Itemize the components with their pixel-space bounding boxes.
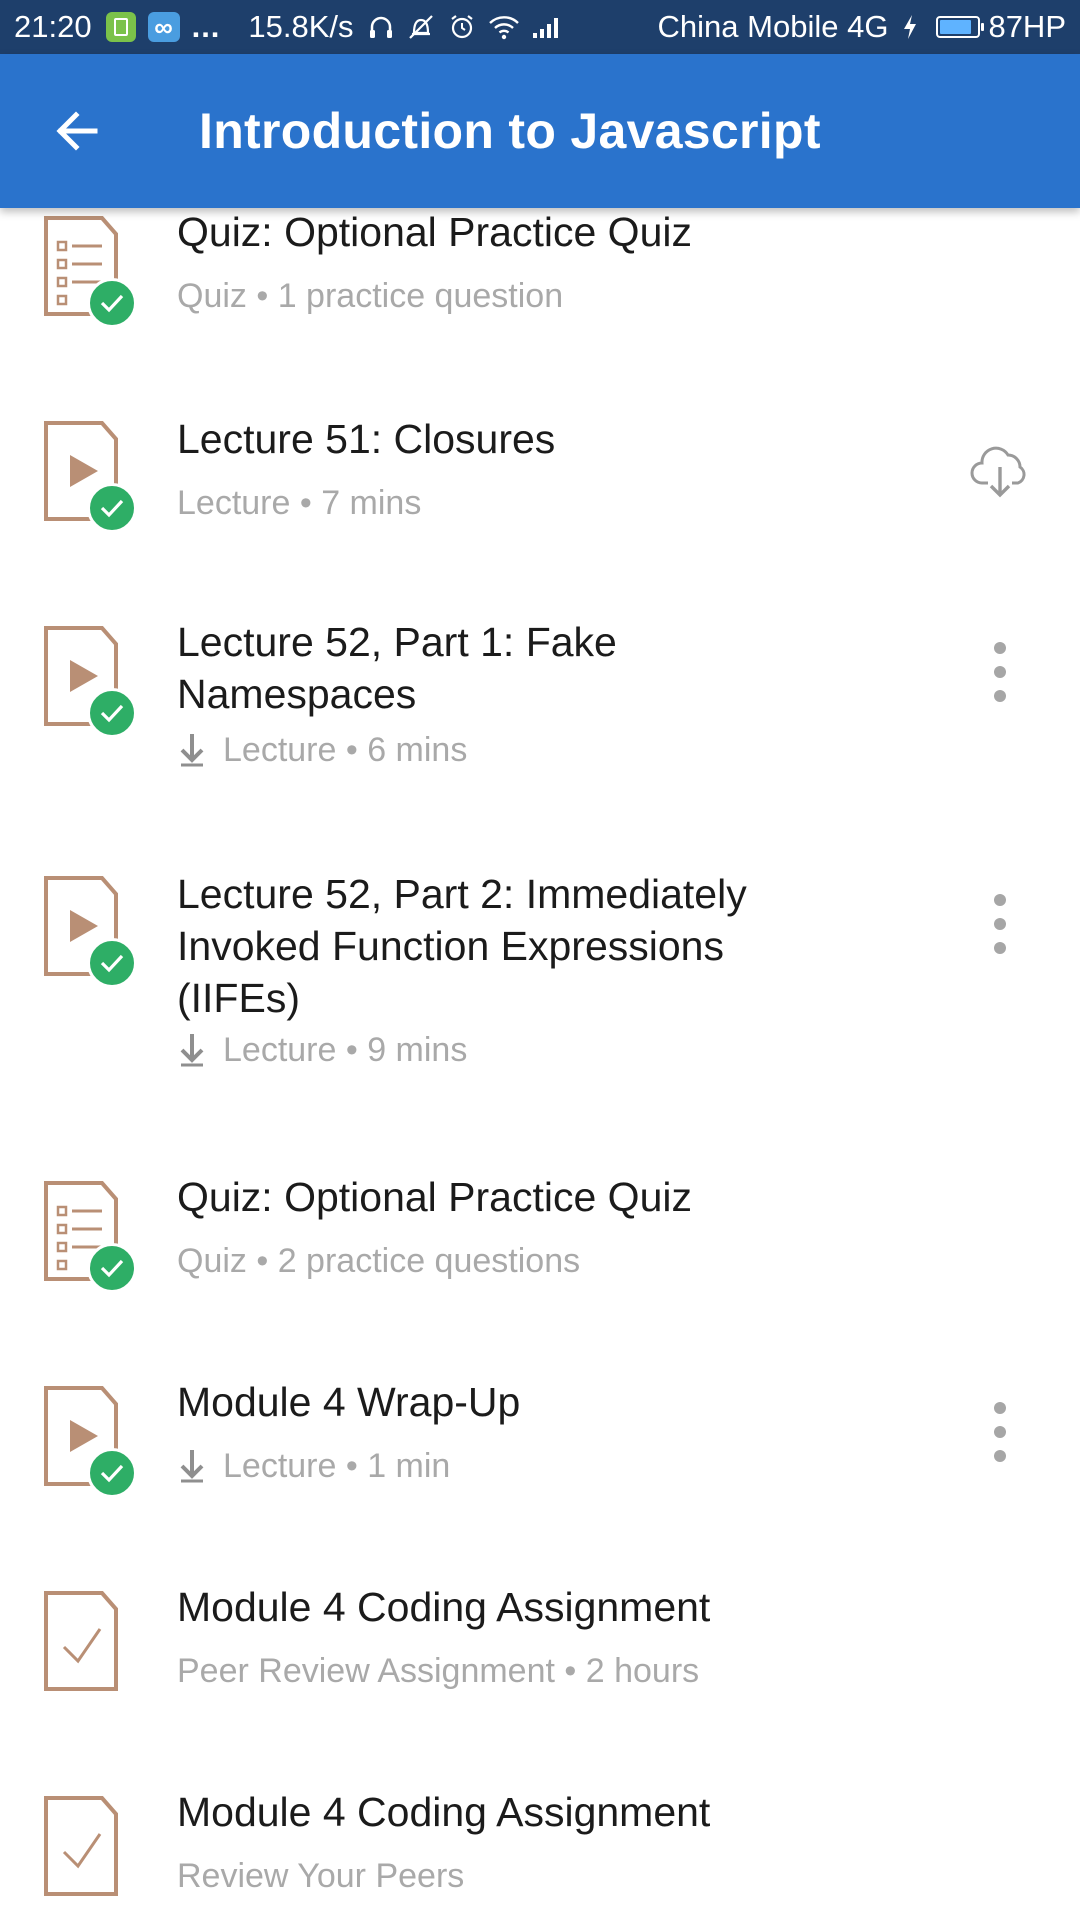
item-download-button[interactable] xyxy=(960,433,1040,513)
item-subtitle-text: Lecture • 6 mins xyxy=(223,731,468,769)
quiz-icon xyxy=(42,214,142,328)
lecture-video-icon xyxy=(42,1384,142,1498)
item-subtitle-text: Peer Review Assignment • 2 hours xyxy=(177,1652,700,1690)
course-item-row[interactable]: Module 4 Coding Assignment Peer Review As… xyxy=(0,1581,1080,1781)
downloaded-arrow-icon xyxy=(177,1030,207,1070)
course-item-row[interactable]: Lecture 51: Closures Lecture • 7 mins xyxy=(0,413,1080,613)
item-subtitle: Lecture • 9 mins xyxy=(177,1028,467,1072)
arrow-back-icon xyxy=(56,111,98,151)
course-item-row[interactable]: Quiz: Optional Practice Quiz Quiz • 1 pra… xyxy=(0,206,1080,406)
item-subtitle: Review Your Peers xyxy=(177,1854,464,1898)
network-speed: 15.8K/s xyxy=(248,9,354,44)
item-subtitle: Lecture • 6 mins xyxy=(177,728,467,772)
item-overflow-menu-button[interactable] xyxy=(960,632,1040,712)
more-vert-icon xyxy=(990,1400,1010,1464)
item-title: Module 4 Wrap-Up xyxy=(177,1379,521,1425)
item-subtitle-text: Lecture • 1 min xyxy=(223,1447,451,1485)
screen: Quiz: Optional Practice Quiz Quiz • 1 pra… xyxy=(0,0,1080,1920)
completed-check-icon xyxy=(87,688,137,738)
app-bar: Introduction to Javascript xyxy=(0,54,1080,208)
assignment-icon xyxy=(42,1794,142,1904)
item-title: Lecture 52, Part 1: Fake Namespaces xyxy=(177,619,617,717)
charging-bolt-icon xyxy=(902,14,918,40)
lecture-video-icon xyxy=(42,624,142,738)
item-title: Module 4 Coding Assignment xyxy=(177,1584,711,1630)
wifi-icon xyxy=(488,14,520,40)
downloaded-arrow-icon xyxy=(177,1446,207,1486)
sim-app-icon xyxy=(105,12,136,42)
completed-check-icon xyxy=(87,483,137,533)
course-item-row[interactable]: Module 4 Coding Assignment Review Your Pe… xyxy=(0,1786,1080,1920)
headphones-icon xyxy=(368,14,394,40)
completed-check-icon xyxy=(87,1448,137,1498)
status-time: 21:20 xyxy=(14,9,92,44)
item-overflow-menu-button[interactable] xyxy=(960,884,1040,964)
carrier-name: China Mobile 4G xyxy=(657,9,889,44)
more-notifications-icon: ... xyxy=(191,9,221,44)
alarm-icon xyxy=(448,13,476,41)
item-subtitle-text: Lecture • 7 mins xyxy=(177,484,422,522)
item-title: Module 4 Coding Assignment xyxy=(177,1789,711,1835)
course-item-row[interactable]: Lecture 52, Part 1: Fake Namespaces Lectu… xyxy=(0,616,1080,816)
completed-check-icon xyxy=(87,278,137,328)
completed-check-icon xyxy=(87,938,137,988)
item-title: Lecture 51: Closures xyxy=(177,416,556,462)
item-subtitle-text: Quiz • 1 practice question xyxy=(177,277,564,315)
item-overflow-menu-button[interactable] xyxy=(960,1392,1040,1472)
course-item-row[interactable]: Lecture 52, Part 2: Immediately Invoked … xyxy=(0,868,1080,1069)
item-subtitle-text: Review Your Peers xyxy=(177,1857,465,1895)
completed-check-icon xyxy=(87,1243,137,1293)
lecture-video-icon xyxy=(42,419,142,533)
item-subtitle-text: Quiz • 2 practice questions xyxy=(177,1242,581,1280)
more-vert-icon xyxy=(990,640,1010,704)
item-subtitle: Peer Review Assignment • 2 hours xyxy=(177,1649,699,1693)
status-bar-right: China Mobile 4G 87HP xyxy=(658,9,1066,45)
page-title: Introduction to Javascript xyxy=(199,103,821,159)
item-subtitle-text: Lecture • 9 mins xyxy=(223,1031,468,1069)
item-subtitle: Quiz • 1 practice question xyxy=(177,274,563,318)
course-item-row[interactable]: Module 4 Wrap-Up Lecture • 1 min xyxy=(0,1376,1080,1576)
back-button[interactable] xyxy=(27,81,127,181)
status-bar-left: 21:20 ∞ ... 15.8K/s xyxy=(14,9,574,45)
status-bar: 21:20 ∞ ... 15.8K/s China Mobile 4G 87HP xyxy=(0,0,1080,54)
item-subtitle: Quiz • 2 practice questions xyxy=(177,1239,580,1283)
item-title: Quiz: Optional Practice Quiz xyxy=(177,209,692,255)
battery-icon xyxy=(936,16,985,38)
battery-level-fill xyxy=(940,20,972,34)
item-title: Lecture 52, Part 2: Immediately Invoked … xyxy=(177,871,747,1021)
item-subtitle: Lecture • 1 min xyxy=(177,1444,450,1488)
quiz-icon xyxy=(42,1179,142,1293)
downloaded-arrow-icon xyxy=(177,730,207,770)
cloud-download-icon xyxy=(970,445,1030,501)
course-item-list[interactable]: Quiz: Optional Practice Quiz Quiz • 1 pra… xyxy=(0,0,1080,1920)
item-subtitle: Lecture • 7 mins xyxy=(177,481,421,525)
lecture-video-icon xyxy=(42,874,142,988)
more-vert-icon xyxy=(990,892,1010,956)
vibrate-mute-icon xyxy=(406,13,436,41)
course-item-row[interactable]: Quiz: Optional Practice Quiz Quiz • 2 pra… xyxy=(0,1171,1080,1371)
battery-text: 87HP xyxy=(988,9,1066,44)
infinity-app-icon: ∞ xyxy=(147,12,180,42)
signal-icon xyxy=(532,15,562,39)
item-title: Quiz: Optional Practice Quiz xyxy=(177,1174,692,1220)
assignment-icon xyxy=(42,1589,142,1699)
